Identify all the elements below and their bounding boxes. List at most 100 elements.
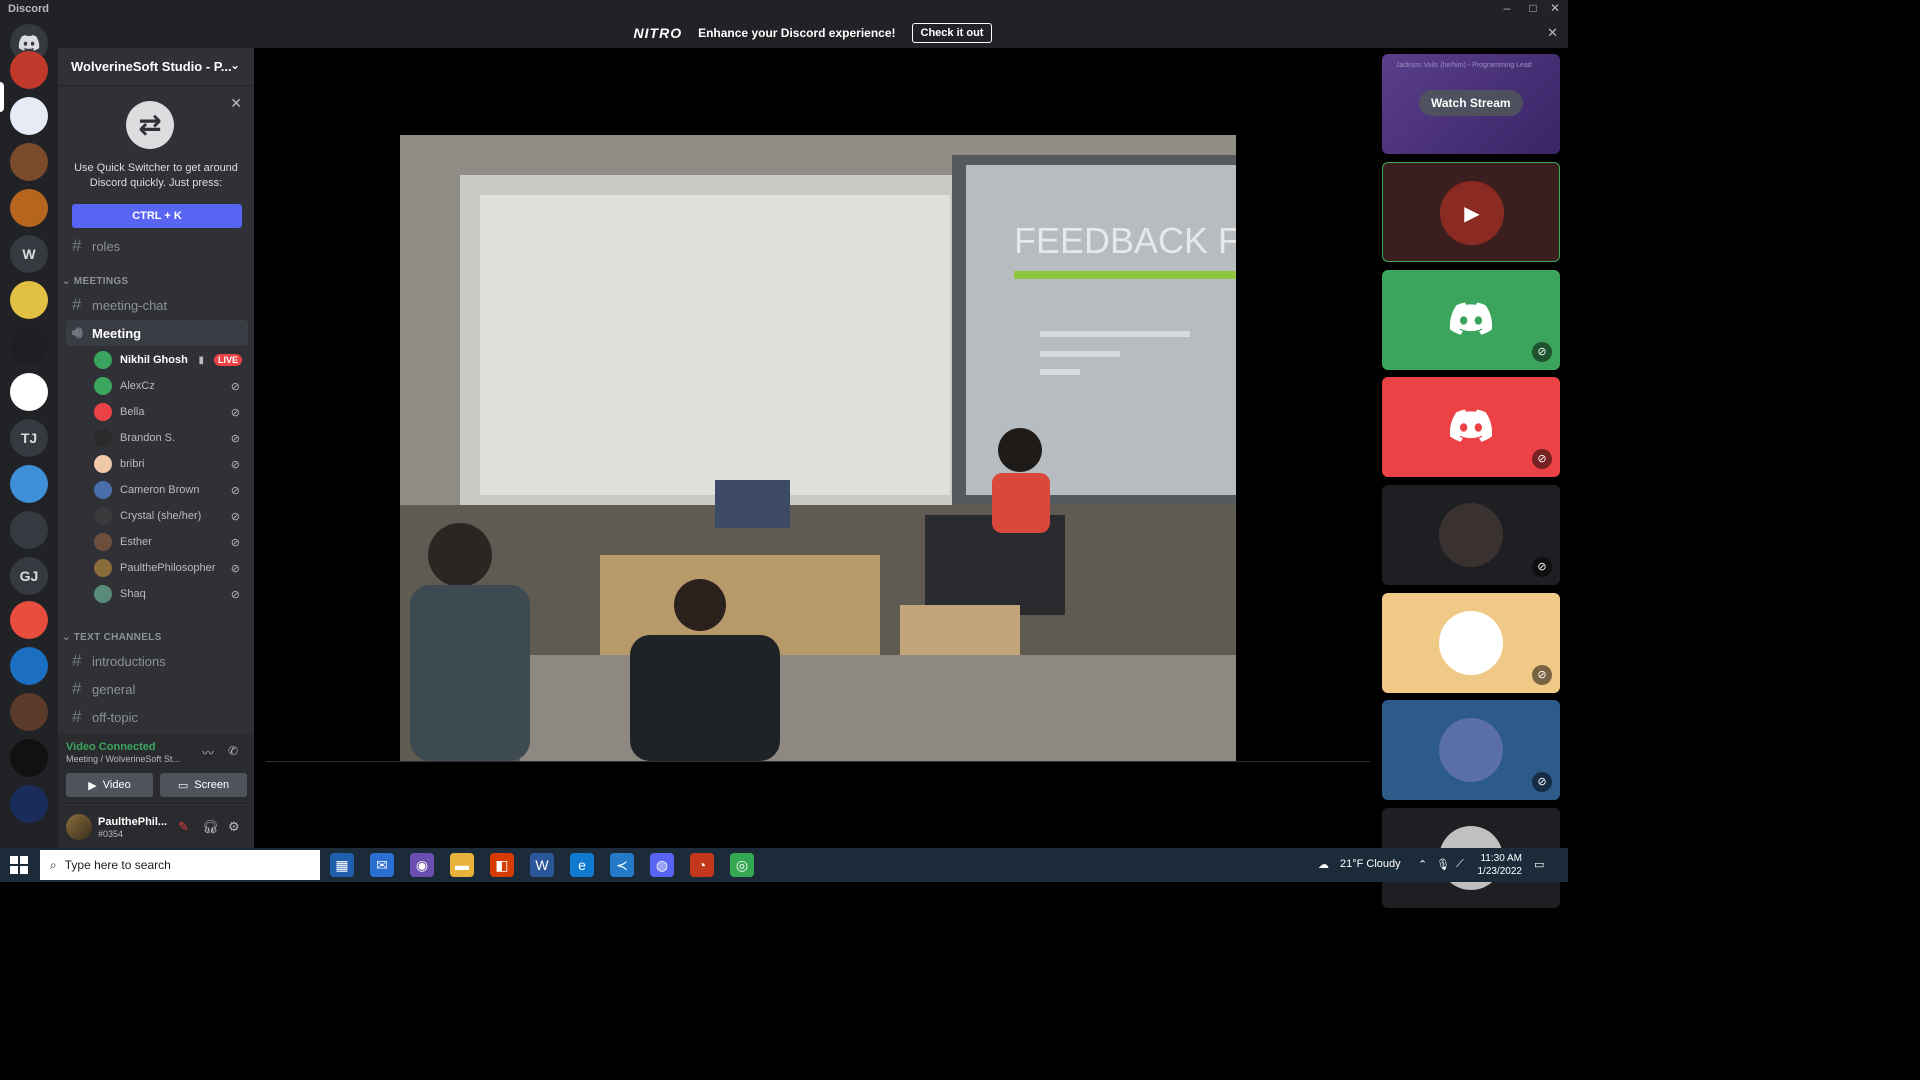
discord-app: Discord – □ ✕ NITRO Enhance your Discord…	[0, 0, 1568, 908]
voice-user[interactable]: Brandon S. ⊘	[94, 426, 246, 450]
vscode-icon[interactable]: ≺	[610, 853, 634, 877]
network-icon[interactable]: ⟋	[1456, 858, 1464, 871]
voice-user-name: Brandon S.	[120, 432, 176, 444]
minimize-icon[interactable]: –	[1496, 1, 1518, 15]
voice-user[interactable]: AlexCz ⊘	[94, 374, 246, 398]
channel-label: Meeting	[92, 325, 142, 341]
headphones-icon[interactable]: 🎧︎	[202, 819, 219, 835]
server-icon[interactable]	[10, 465, 48, 503]
voice-user[interactable]: Shaq ⊘	[94, 582, 246, 606]
voice-connection-panel: Video Connected Meeting / WolverineSoft …	[58, 734, 254, 804]
voice-user[interactable]: bribri ⊘	[94, 452, 246, 476]
server-header[interactable]: WolverineSoft Studio - P... ⌄	[58, 48, 254, 86]
voice-user[interactable]: PaulthePhilosopher ⊘	[94, 556, 246, 580]
server-icon[interactable]	[10, 281, 48, 319]
maximize-icon[interactable]: □	[1522, 1, 1544, 15]
search-icon: ⌕	[50, 857, 57, 872]
category-text-channels[interactable]: ⌄ TEXT CHANNELS	[62, 632, 162, 643]
channel-roles[interactable]: # roles	[66, 233, 248, 259]
server-icon[interactable]: TJ	[10, 419, 48, 457]
video-button[interactable]: ▶ Video	[66, 773, 153, 797]
server-icon[interactable]	[10, 51, 48, 89]
voice-user[interactable]: Bella ⊘	[94, 400, 246, 424]
switch-arrows-icon: ⇄	[126, 101, 174, 149]
category-meetings[interactable]: ⌄ MEETINGS	[62, 276, 128, 287]
app-icon[interactable]: ◔	[690, 853, 714, 877]
server-icon[interactable]: GJ	[10, 557, 48, 595]
server-icon[interactable]	[10, 97, 48, 135]
server-icon[interactable]	[10, 647, 48, 685]
taskbar-clock[interactable]: 11:30 AM 1/23/2022	[1478, 852, 1523, 878]
server-icon[interactable]	[10, 189, 48, 227]
quick-switcher-tip: ✕ ⇄ Use Quick Switcher to get around Dis…	[58, 87, 254, 237]
mic-muted-icon: ⊘	[230, 432, 240, 445]
participant-tile[interactable]: ⊘	[1382, 485, 1560, 585]
mic-muted-icon: ⊘	[1532, 772, 1552, 792]
close-icon[interactable]: ✕	[230, 95, 242, 112]
participant-tile[interactable]: ▶	[1382, 162, 1560, 262]
server-icon[interactable]	[10, 327, 48, 365]
watch-stream-button[interactable]: Watch Stream	[1419, 90, 1523, 116]
taskbar-search[interactable]: ⌕ Type here to search	[40, 850, 320, 880]
mic-muted-icon: ⊘	[230, 380, 240, 393]
github-icon[interactable]: ◉	[410, 853, 434, 877]
microphone-icon[interactable]: 🎙︎	[1436, 858, 1450, 871]
mail-icon[interactable]: ✉	[370, 853, 394, 877]
notifications-icon[interactable]: ▭	[1534, 858, 1544, 871]
voice-channel-meeting[interactable]: 🔊︎ Meeting	[66, 320, 248, 346]
weather-text[interactable]: 21°F Cloudy	[1340, 858, 1401, 870]
mic-muted-icon: ⊘	[230, 562, 240, 575]
quick-switcher-shortcut[interactable]: CTRL + K	[72, 204, 242, 228]
disconnect-icon[interactable]: ✆	[228, 744, 238, 758]
avatar	[1439, 503, 1503, 567]
participant-tile[interactable]: ⊘	[1382, 377, 1560, 477]
mic-muted-icon: ⊘	[1532, 449, 1552, 469]
server-icon[interactable]	[10, 739, 48, 777]
server-icon[interactable]	[10, 785, 48, 823]
server-name: WolverineSoft Studio - P...	[71, 59, 232, 74]
word-icon[interactable]: W	[530, 853, 554, 877]
voice-user[interactable]: Nikhil Ghosh ▮ LIVE	[94, 348, 246, 372]
office-icon[interactable]: ◧	[490, 853, 514, 877]
mic-muted-icon[interactable]: ✎	[178, 819, 189, 835]
banner-close-icon[interactable]: ✕	[1547, 25, 1558, 41]
server-icon[interactable]	[10, 373, 48, 411]
voice-user[interactable]: Esther ⊘	[94, 530, 246, 554]
check-it-out-button[interactable]: Check it out	[911, 23, 993, 43]
channel-general[interactable]: # general	[66, 676, 248, 702]
participant-tile[interactable]: ⊘	[1382, 270, 1560, 370]
edge-icon[interactable]: e	[570, 853, 594, 877]
server-icon[interactable]	[10, 693, 48, 731]
chevron-up-icon[interactable]: ⌃	[1418, 858, 1427, 871]
server-icon[interactable]	[10, 601, 48, 639]
voice-user[interactable]: Crystal (she/her) ⊘	[94, 504, 246, 528]
screen-share-video[interactable]: FEEDBACK FO	[400, 135, 1236, 761]
connection-location[interactable]: Meeting / WolverineSoft St...	[66, 754, 180, 764]
server-icon[interactable]	[10, 143, 48, 181]
discord-taskbar-icon[interactable]: ◍	[650, 853, 674, 877]
channel-introductions[interactable]: # introductions	[66, 648, 248, 674]
windows-taskbar: ⌕ Type here to search ▦ ✉ ◉ ▬ ◧ W e ≺ ◍ …	[0, 848, 1568, 882]
windows-start-icon[interactable]	[10, 856, 28, 874]
hash-icon: #	[72, 651, 82, 670]
participant-tile[interactable]: ⊘	[1382, 593, 1560, 693]
avatar[interactable]	[66, 814, 92, 840]
chrome-icon[interactable]: ◎	[730, 853, 754, 877]
participant-tile[interactable]: ⊘	[1382, 700, 1560, 800]
gear-icon[interactable]: ⚙	[228, 819, 240, 835]
file-explorer-icon[interactable]: ▬	[450, 853, 474, 877]
store-icon[interactable]: ▦	[330, 853, 354, 877]
channel-off-topic[interactable]: # off-topic	[66, 704, 248, 730]
voice-user[interactable]: Cameron Brown ⊘	[94, 478, 246, 502]
window-title: Discord	[8, 3, 49, 15]
screen-share-button[interactable]: ▭ Screen	[160, 773, 247, 797]
channel-meeting-chat[interactable]: # meeting-chat	[66, 292, 248, 318]
stream-preview-tile[interactable]: Jackson Vails (he/him) - Programming Lea…	[1382, 54, 1560, 154]
close-window-icon[interactable]: ✕	[1544, 1, 1566, 15]
server-icon[interactable]	[10, 511, 48, 549]
stream-stage[interactable]: FEEDBACK FO	[254, 48, 1378, 848]
voice-user-name: Esther	[120, 536, 152, 548]
server-icon[interactable]: W	[10, 235, 48, 273]
noise-suppression-icon[interactable]: 〰	[202, 744, 214, 761]
clock-date: 1/23/2022	[1477, 866, 1523, 877]
